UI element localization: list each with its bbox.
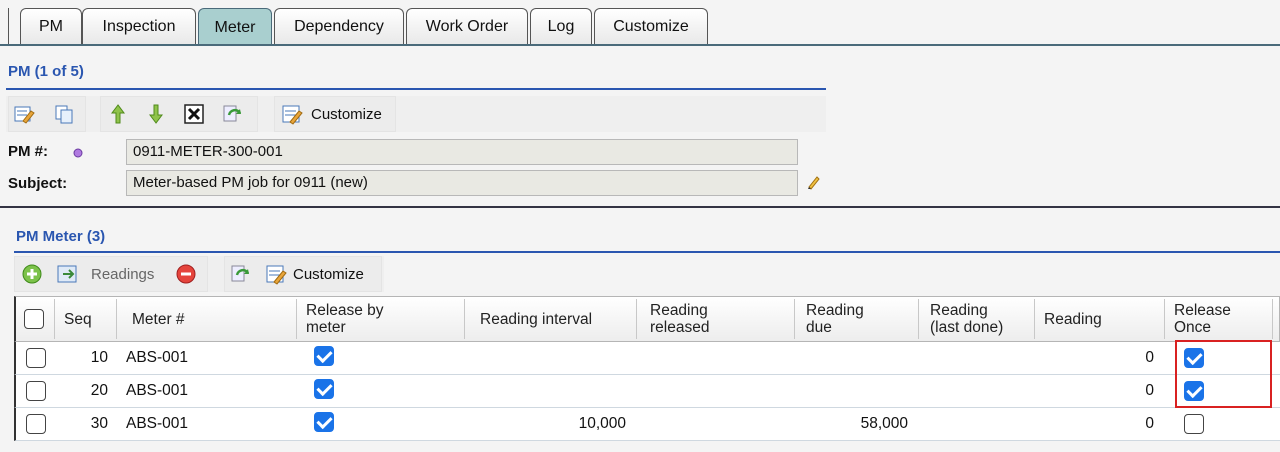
tab-edge	[8, 8, 18, 45]
meter-customize-button[interactable]: Customize	[263, 257, 381, 291]
col-reading-released[interactable]: Reading released	[650, 297, 730, 341]
meter-toolbar-group-1: Readings	[14, 256, 208, 292]
pm-number-field[interactable]: 0911-METER-300-001	[126, 139, 798, 165]
tab-dependency[interactable]: Dependency	[274, 8, 404, 45]
pm-toolbar-group-1	[8, 96, 86, 132]
move-down-icon[interactable]	[145, 103, 167, 125]
pm-section-rule	[6, 88, 826, 90]
col-meter[interactable]: Meter #	[132, 297, 185, 341]
cell-seq: 20	[90, 382, 108, 399]
row-select-checkbox[interactable]	[26, 414, 46, 434]
meter-section-title: PM Meter (3)	[16, 228, 106, 245]
release-by-meter-checkbox[interactable]	[314, 379, 334, 399]
readings-button[interactable]: Readings	[55, 257, 165, 291]
meter-toolbar-group-2: Customize	[224, 256, 382, 292]
pencil-icon[interactable]	[806, 174, 822, 190]
col-reading[interactable]: Reading	[1044, 297, 1102, 341]
tab-pm[interactable]: PM	[20, 8, 82, 45]
select-all-checkbox[interactable]	[24, 309, 44, 329]
pm-number-label: PM #:	[8, 143, 49, 160]
readings-label: Readings	[91, 266, 155, 283]
refresh-icon[interactable]	[221, 103, 243, 125]
meter-customize-label: Customize	[293, 266, 364, 283]
col-release-by-meter[interactable]: Release by meter	[306, 297, 416, 341]
row-select-checkbox[interactable]	[26, 348, 46, 368]
section-divider	[0, 206, 1280, 208]
meter-toolbar: Readings Customize	[14, 256, 384, 292]
tab-inspection[interactable]: Inspection	[82, 8, 196, 45]
col-seq[interactable]: Seq	[64, 297, 92, 341]
readings-icon	[57, 265, 77, 283]
col-reading-last-done[interactable]: Reading (last done)	[930, 297, 1020, 341]
tab-underline	[0, 44, 1280, 46]
release-once-highlight	[1175, 340, 1272, 408]
cell-reading: 0	[1145, 415, 1154, 432]
pm-customize-label: Customize	[311, 106, 382, 123]
table-row[interactable]: 20 ABS-001 0	[14, 375, 1280, 408]
cell-reading-interval: 10,000	[578, 415, 626, 432]
customize-icon	[266, 265, 287, 285]
add-icon[interactable]	[21, 263, 43, 285]
pm-toolbar: Customize	[6, 96, 826, 132]
pm-customize-button[interactable]: Customize	[274, 96, 396, 132]
col-release-once[interactable]: Release Once	[1174, 297, 1254, 341]
tab-work-order[interactable]: Work Order	[406, 8, 528, 45]
col-reading-due[interactable]: Reading due	[806, 297, 886, 341]
release-by-meter-checkbox[interactable]	[314, 412, 334, 432]
customize-icon	[282, 105, 303, 125]
cell-meter: ABS-001	[126, 382, 189, 399]
release-once-checkbox[interactable]	[1184, 414, 1204, 434]
delete-box-icon[interactable]	[183, 103, 205, 125]
remove-icon[interactable]	[175, 263, 197, 285]
meter-section-rule	[14, 251, 1280, 253]
cell-reading: 0	[1145, 382, 1154, 399]
pm-toolbar-group-2	[100, 96, 258, 132]
cell-reading-due: 58,000	[860, 415, 908, 432]
move-up-icon[interactable]	[107, 103, 129, 125]
grid-header: Seq Meter # Release by meter Reading int…	[14, 296, 1280, 342]
refresh-icon[interactable]	[229, 263, 251, 285]
table-row[interactable]: 10 ABS-001 0	[14, 342, 1280, 375]
table-row[interactable]: 30 ABS-001 10,000 58,000 0	[14, 408, 1280, 441]
pm-section-title: PM (1 of 5)	[8, 63, 84, 80]
tab-log[interactable]: Log	[530, 8, 592, 45]
cell-meter: ABS-001	[126, 415, 189, 432]
tab-customize[interactable]: Customize	[594, 8, 708, 45]
cell-seq: 30	[90, 415, 108, 432]
release-by-meter-checkbox[interactable]	[314, 346, 334, 366]
row-select-checkbox[interactable]	[26, 381, 46, 401]
cell-seq: 10	[90, 349, 108, 366]
required-dot-icon	[73, 148, 83, 158]
col-reading-interval[interactable]: Reading interval	[480, 297, 592, 341]
subject-label: Subject:	[8, 175, 68, 192]
cell-meter: ABS-001	[126, 349, 189, 366]
subject-field[interactable]: Meter-based PM job for 0911 (new)	[126, 170, 798, 196]
cell-reading: 0	[1145, 349, 1154, 366]
tab-bar: PM Inspection Meter Dependency Work Orde…	[0, 0, 1280, 50]
copy-icon[interactable]	[53, 103, 75, 125]
edit-list-icon[interactable]	[13, 103, 35, 125]
tab-meter[interactable]: Meter	[198, 8, 272, 46]
